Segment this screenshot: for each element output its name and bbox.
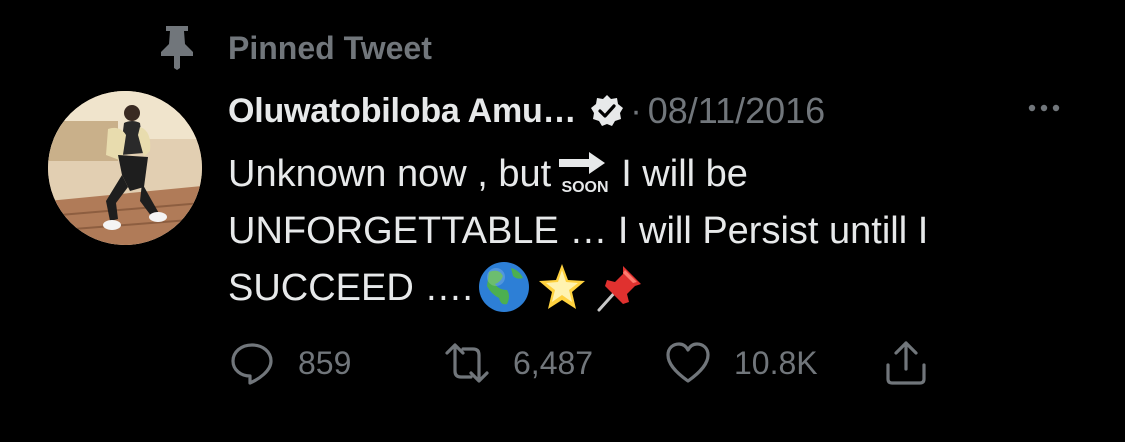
tweet-action-bar: 859 6,487 10.8K	[228, 336, 1088, 390]
verified-badge-icon	[591, 95, 624, 126]
share-button[interactable]	[882, 336, 930, 390]
like-icon	[666, 342, 710, 383]
glowing-star-icon	[538, 264, 585, 309]
tweet-text: Unknown now , but SOON I will be UNFORGE…	[228, 146, 1088, 317]
more-options-icon[interactable]	[1027, 96, 1061, 120]
share-icon	[886, 341, 926, 385]
avatar[interactable]	[48, 91, 202, 245]
avatar-image	[48, 91, 202, 245]
retweet-icon	[445, 343, 489, 383]
soon-arrow-icon: SOON	[559, 152, 609, 196]
reply-button[interactable]: 859	[228, 336, 351, 390]
tweet-date[interactable]: 08/11/2016	[648, 90, 826, 132]
retweet-button[interactable]: 6,487	[443, 336, 593, 390]
svg-text:SOON: SOON	[562, 179, 609, 196]
tweet-text-part1: Unknown now , but	[228, 153, 552, 195]
author-name[interactable]: Oluwatobiloba Amu…	[228, 92, 577, 131]
reply-icon	[231, 343, 273, 385]
globe-americas-icon	[478, 262, 529, 312]
like-button[interactable]: 10.8K	[664, 336, 818, 390]
like-count: 10.8K	[734, 344, 818, 381]
tweet-header: Oluwatobiloba Amu… · 08/11/2016	[228, 88, 825, 134]
reply-count: 859	[298, 344, 352, 381]
pushpin-icon	[597, 266, 641, 312]
pinned-tweet-label: Pinned Tweet	[228, 30, 432, 66]
retweet-count: 6,487	[513, 344, 594, 381]
separator-dot: ·	[630, 91, 642, 130]
pin-icon	[161, 26, 193, 70]
